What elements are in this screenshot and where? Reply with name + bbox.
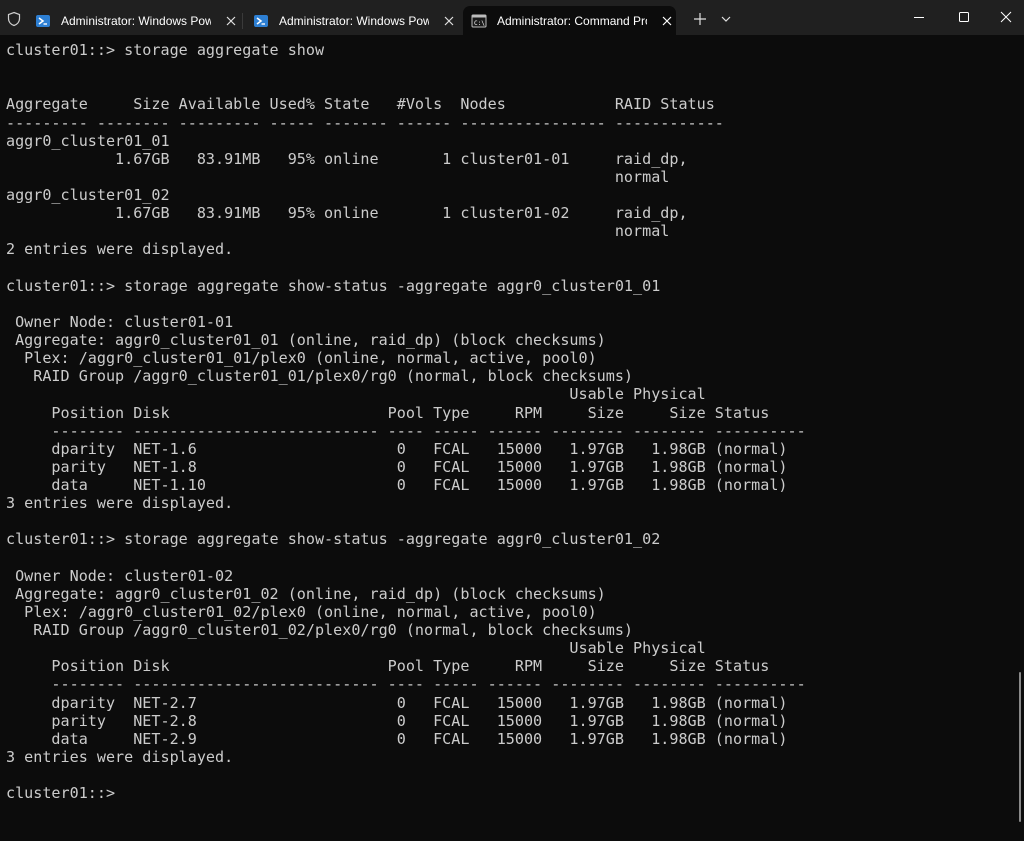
chevron-down-icon[interactable] — [720, 13, 732, 25]
terminal-line: --------- -------- --------- ----- -----… — [6, 113, 724, 132]
terminal-line: data NET-1.10 0 FCAL 15000 1.97GB 1.98GB… — [6, 476, 788, 494]
terminal-line: Owner Node: cluster01-02 — [6, 566, 234, 585]
terminal-line: Aggregate: aggr0_cluster01_02 (online, r… — [6, 584, 606, 603]
terminal-line: RAID Group /aggr0_cluster01_01/plex0/rg0… — [6, 367, 634, 386]
close-icon[interactable] — [223, 13, 239, 29]
terminal-line: Plex: /aggr0_cluster01_01/plex0 (online,… — [6, 349, 597, 368]
tab-label: Administrator: Windows PowerShell — [61, 13, 211, 28]
minimize-icon[interactable] — [912, 10, 926, 24]
powershell-icon — [36, 14, 50, 27]
admin-shield-icon — [7, 11, 21, 27]
tab-label: Administrator: Windows PowerShell — [279, 13, 429, 28]
terminal-line: parity NET-1.8 0 FCAL 15000 1.97GB 1.98G… — [6, 457, 788, 476]
terminal-line: data NET-2.9 0 FCAL 15000 1.97GB 1.98GB … — [6, 729, 788, 748]
command-prompt-icon: C:\ — [471, 14, 487, 27]
terminal-line: cluster01::> — [6, 784, 125, 803]
terminal-line: Plex: /aggr0_cluster01_02/plex0 (online,… — [6, 602, 597, 621]
scrollbar-thumb[interactable] — [1019, 672, 1021, 822]
terminal-line: Usable Physical — [6, 385, 706, 404]
terminal-line: Owner Node: cluster01-01 — [6, 312, 234, 331]
terminal-line: Aggregate Size Available Used% State #Vo… — [6, 95, 715, 114]
terminal-line: cluster01::> storage aggregate show-stat… — [6, 276, 661, 295]
terminal-line: dparity NET-2.7 0 FCAL 15000 1.97GB 1.98… — [6, 693, 788, 712]
close-icon[interactable] — [441, 13, 457, 29]
terminal-line: cluster01::> storage aggregate show-stat… — [6, 530, 661, 549]
terminal-line: -------- --------------------------- ---… — [6, 421, 806, 440]
tab-label: Administrator: Command Prompt — [497, 13, 647, 28]
maximize-icon[interactable] — [957, 10, 971, 24]
terminal-line: normal — [6, 167, 670, 186]
close-icon[interactable] — [659, 13, 675, 29]
terminal-line: Aggregate: aggr0_cluster01_01 (online, r… — [6, 331, 606, 349]
terminal-line: dparity NET-1.6 0 FCAL 15000 1.97GB 1.98… — [6, 439, 788, 458]
terminal-line: Usable Physical — [6, 639, 706, 658]
tab-powershell-1[interactable]: Administrator: Windows PowerShell — [27, 6, 240, 35]
terminal-output[interactable]: cluster01::> storage aggregate showAggre… — [6, 41, 806, 802]
terminal-line: aggr0_cluster01_01 — [6, 131, 170, 150]
terminal-line: cluster01::> storage aggregate show — [6, 41, 325, 59]
terminal-line: 3 entries were displayed. — [6, 494, 234, 513]
terminal-line: Position Disk Pool Type RPM Size Size St… — [6, 657, 770, 676]
title-bar[interactable]: Administrator: Windows PowerShell Admini… — [0, 0, 1024, 35]
terminal-line: 3 entries were displayed. — [6, 747, 234, 766]
new-tab-plus-icon[interactable] — [692, 11, 708, 27]
terminal-line: 2 entries were displayed. — [6, 240, 234, 259]
tab-divider — [242, 13, 243, 29]
terminal-window: Administrator: Windows PowerShell Admini… — [0, 0, 1024, 841]
terminal-line: -------- --------------------------- ---… — [6, 675, 806, 694]
terminal-line: normal — [6, 222, 670, 241]
window-close-icon[interactable] — [999, 10, 1013, 24]
terminal-line: 1.67GB 83.91MB 95% online 1 cluster01-01… — [6, 149, 688, 168]
terminal-line: 1.67GB 83.91MB 95% online 1 cluster01-02… — [6, 204, 688, 223]
terminal-line: parity NET-2.8 0 FCAL 15000 1.97GB 1.98G… — [6, 711, 788, 730]
svg-text:C:\: C:\ — [474, 20, 485, 27]
tab-powershell-2[interactable]: Administrator: Windows PowerShell — [245, 6, 458, 35]
terminal-line: Position Disk Pool Type RPM Size Size St… — [6, 403, 770, 422]
terminal-line: aggr0_cluster01_02 — [6, 186, 170, 204]
terminal-line: RAID Group /aggr0_cluster01_02/plex0/rg0… — [6, 621, 634, 639]
powershell-icon — [254, 14, 268, 27]
tab-command-prompt[interactable]: C:\ Administrator: Command Prompt — [463, 6, 676, 35]
